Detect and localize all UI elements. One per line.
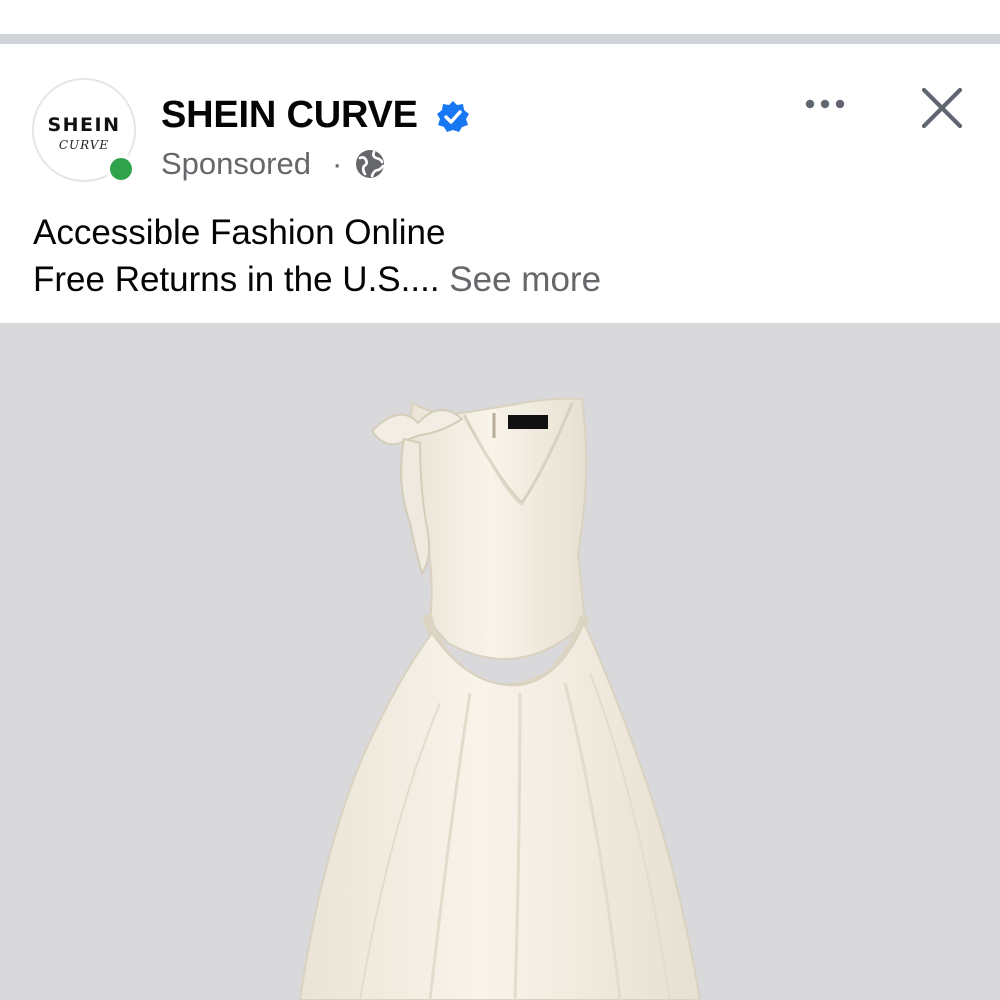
sponsored-label[interactable]: Sponsored xyxy=(161,146,311,182)
page-name-link[interactable]: SHEIN CURVE xyxy=(161,94,418,137)
messenger-icon[interactable] xyxy=(560,0,600,8)
verified-badge-icon xyxy=(437,101,469,132)
caption-line-2: Free Returns in the U.S.... See more xyxy=(33,256,973,303)
avatar-sub-text: CURVE xyxy=(58,138,110,152)
comment-icon[interactable] xyxy=(256,0,296,8)
avatar-brand-text: SHEIN xyxy=(47,114,121,136)
globe-icon[interactable] xyxy=(354,148,386,180)
close-icon[interactable] xyxy=(916,82,968,134)
like-icon[interactable] xyxy=(36,0,76,8)
caption-line-2-text: Free Returns in the U.S.... xyxy=(33,260,440,299)
dress-product-image xyxy=(298,397,702,1000)
previous-post-action-bar xyxy=(0,0,1000,34)
more-options-icon[interactable] xyxy=(800,84,850,124)
post-header: SHEIN CURVE SHEIN CURVE Sponsored · xyxy=(0,44,1000,199)
ad-image[interactable] xyxy=(0,323,1000,1000)
post-caption: Accessible Fashion Online Free Returns i… xyxy=(33,209,973,303)
feed-divider xyxy=(0,34,1000,44)
meta-separator: · xyxy=(332,146,343,181)
online-status-dot xyxy=(106,154,136,184)
caption-line-1: Accessible Fashion Online xyxy=(33,213,446,252)
share-icon[interactable] xyxy=(790,0,830,8)
see-more-link[interactable]: See more xyxy=(449,260,601,299)
